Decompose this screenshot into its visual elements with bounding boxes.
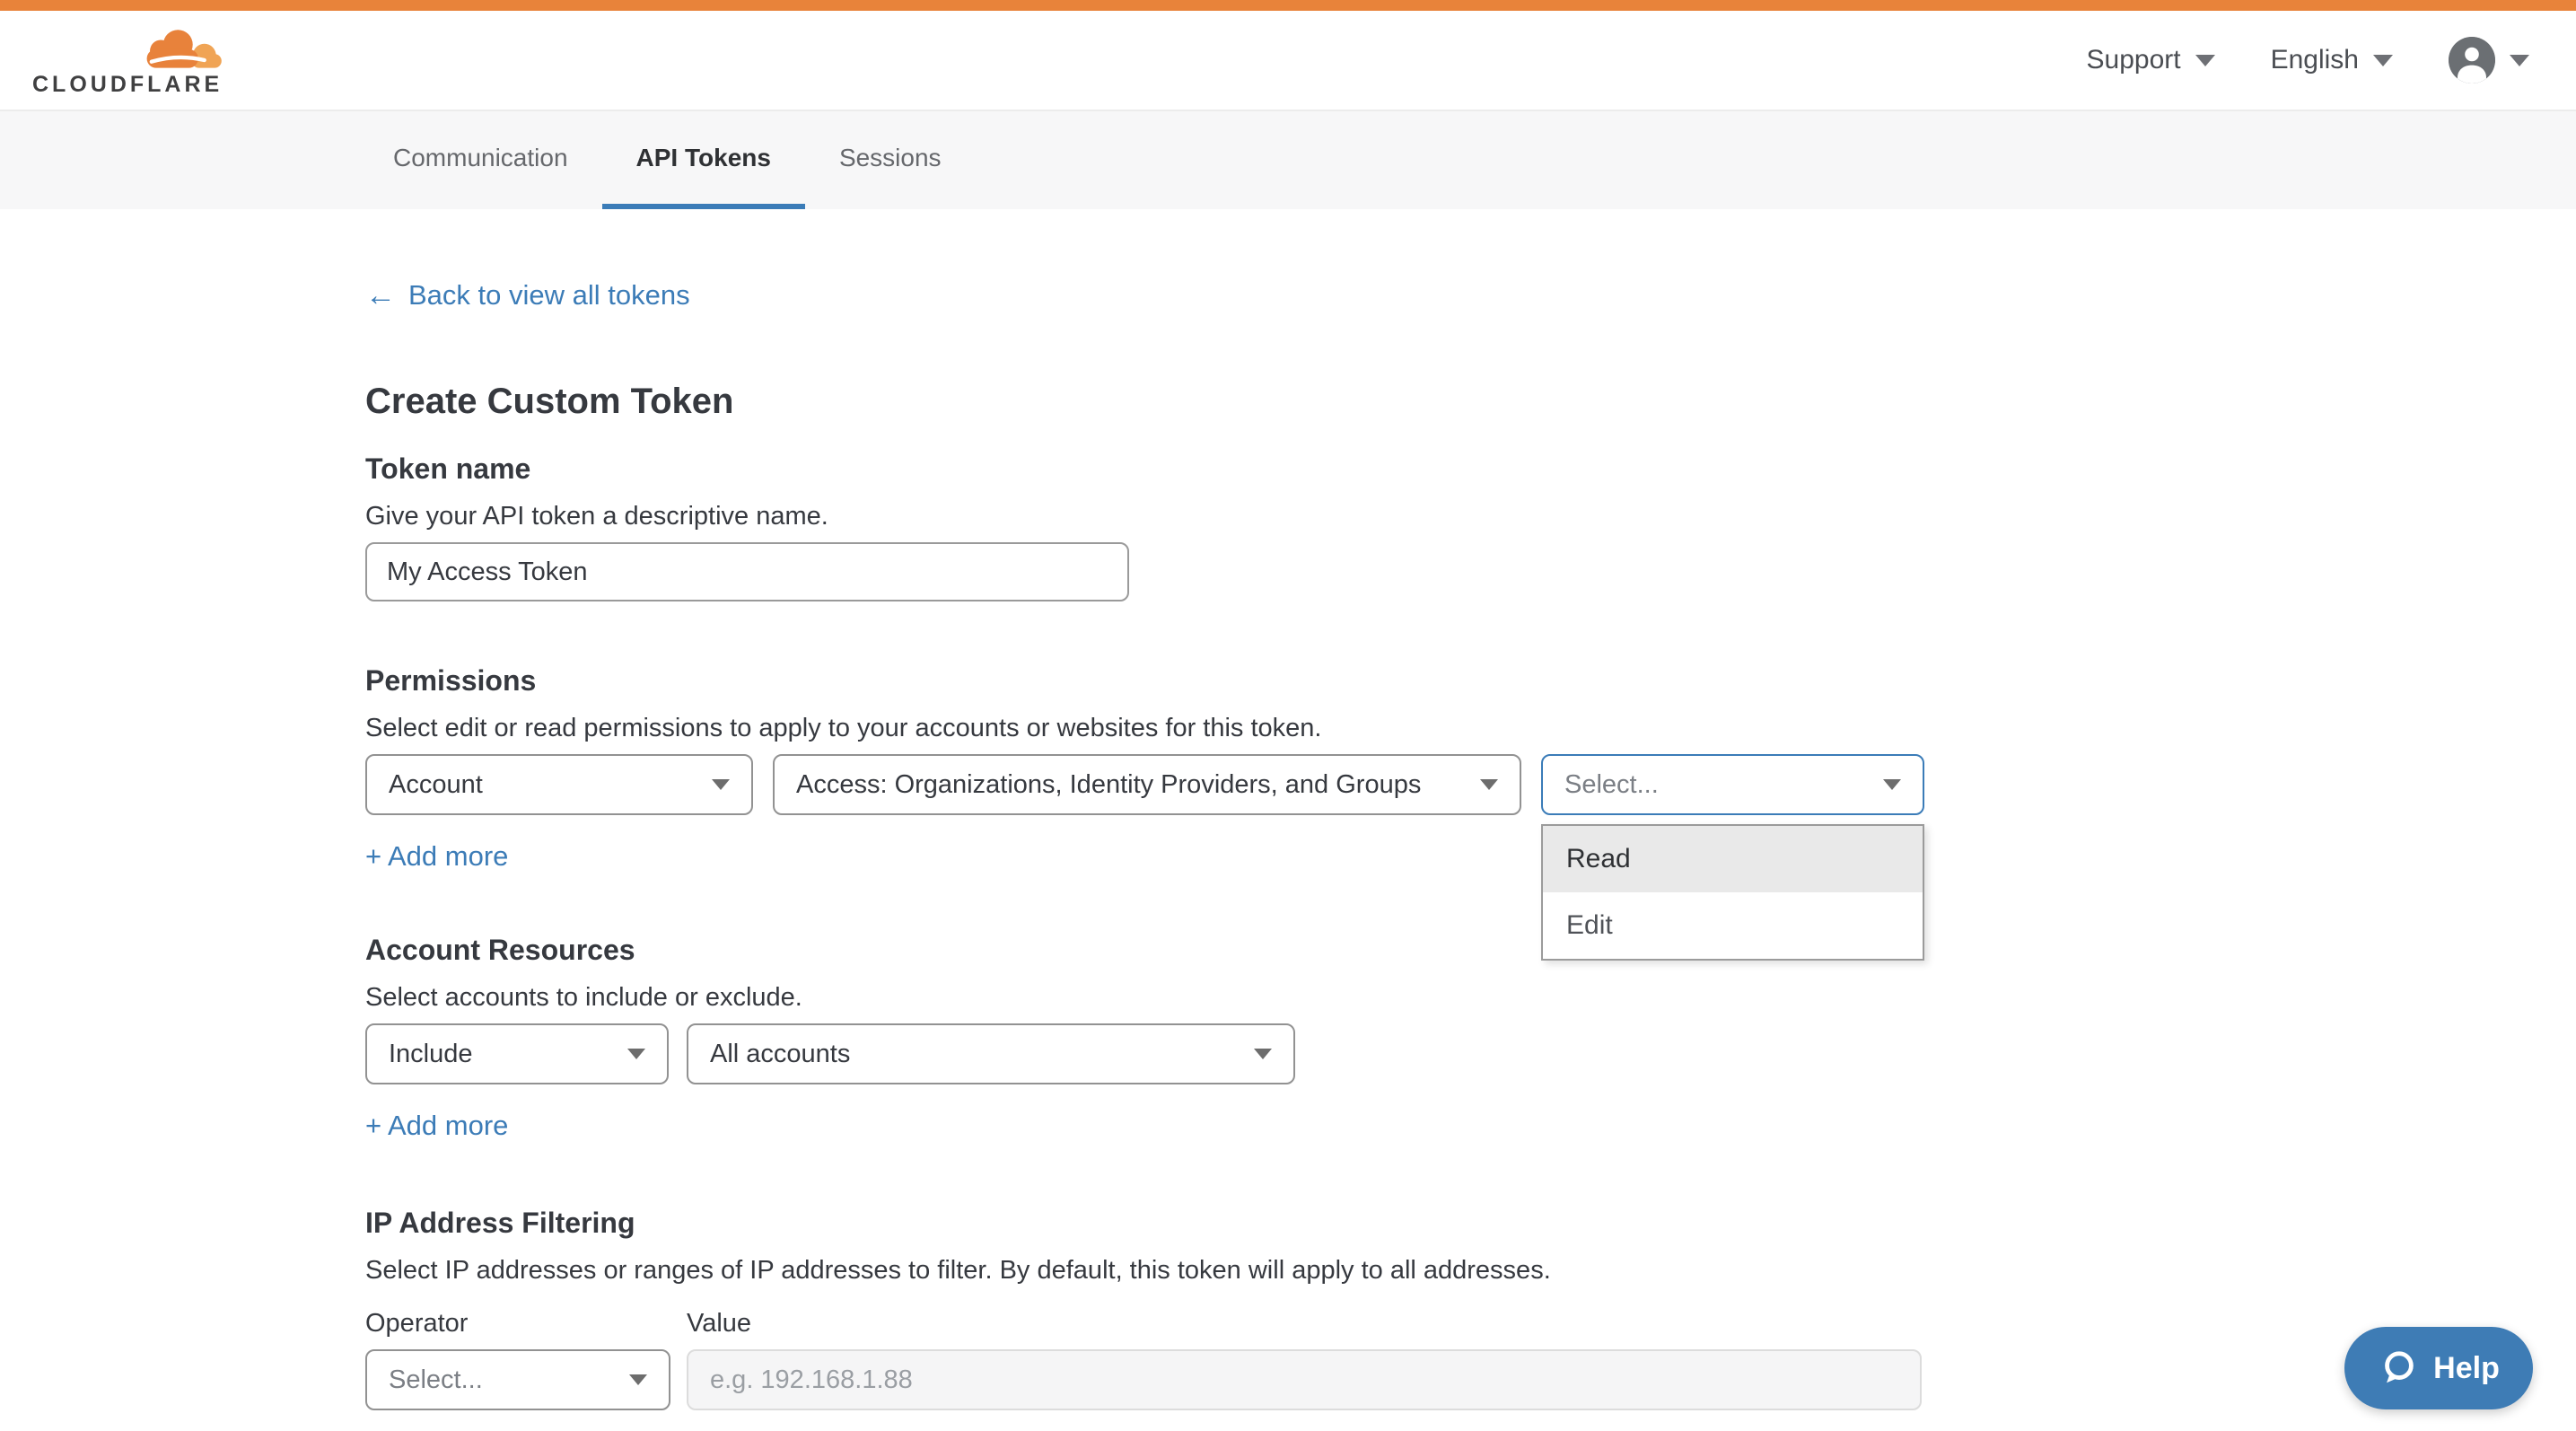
back-to-tokens-link[interactable]: ← Back to view all tokens [365, 279, 690, 312]
value-label: Value [687, 1309, 751, 1339]
token-name-heading: Token name [365, 452, 2576, 486]
chevron-down-icon [1480, 779, 1498, 790]
permission-resource-select[interactable]: Access: Organizations, Identity Provider… [773, 754, 1521, 815]
ip-operator-select[interactable]: Select... [365, 1349, 670, 1410]
help-button[interactable]: Help [2344, 1327, 2533, 1409]
permissions-heading: Permissions [365, 664, 2576, 698]
chevron-down-icon [1254, 1049, 1272, 1059]
app-header: CLOUDFLARE Support English [0, 11, 2576, 110]
menu-option-read[interactable]: Read [1543, 826, 1923, 892]
top-accent-bar [0, 0, 2576, 11]
permission-scope-value: Account [389, 770, 483, 800]
chevron-down-icon [627, 1049, 645, 1059]
ip-field-labels: Operator Value [365, 1309, 2576, 1339]
chevron-down-icon [2195, 55, 2215, 66]
permission-level-placeholder: Select... [1564, 770, 1659, 800]
permissions-description: Select edit or read permissions to apply… [365, 714, 2576, 743]
user-avatar-icon [2449, 37, 2495, 83]
token-name-section: Token name Give your API token a descrip… [365, 452, 2576, 601]
support-menu[interactable]: Support [2087, 45, 2215, 75]
profile-tabbar: Communication API Tokens Sessions [0, 110, 2576, 209]
cloudflare-cloud-icon [133, 24, 226, 73]
permission-level-select[interactable]: Select... Read Edit [1541, 754, 1924, 815]
account-resources-description: Select accounts to include or exclude. [365, 983, 2576, 1013]
operator-label: Operator [365, 1309, 687, 1339]
tab-sessions[interactable]: Sessions [805, 111, 976, 209]
token-name-description: Give your API token a descriptive name. [365, 502, 2576, 531]
ip-filtering-row: Select... [365, 1349, 2576, 1410]
page-title: Create Custom Token [365, 382, 2576, 422]
resource-mode-value: Include [389, 1040, 473, 1069]
chevron-down-icon [712, 779, 730, 790]
account-resources-heading: Account Resources [365, 934, 2576, 967]
chevron-down-icon [1883, 779, 1901, 790]
back-link-label: Back to view all tokens [408, 279, 690, 312]
chevron-down-icon [629, 1374, 647, 1385]
account-menu[interactable] [2449, 37, 2529, 83]
permissions-add-more-link[interactable]: + Add more [365, 840, 508, 873]
account-resources-add-more-link[interactable]: + Add more [365, 1110, 508, 1142]
language-menu-label: English [2271, 45, 2359, 75]
tab-api-tokens[interactable]: API Tokens [602, 111, 805, 209]
header-nav: Support English [2087, 37, 2529, 83]
resource-scope-value: All accounts [710, 1040, 850, 1069]
language-menu[interactable]: English [2271, 45, 2393, 75]
permissions-row: Account Access: Organizations, Identity … [365, 754, 2576, 815]
chat-bubble-icon [2378, 1348, 2419, 1389]
main-content: ← Back to view all tokens Create Custom … [0, 209, 2576, 1410]
ip-filtering-section: IP Address Filtering Select IP addresses… [365, 1207, 2576, 1410]
ip-value-input[interactable] [687, 1349, 1922, 1410]
back-arrow-icon: ← [365, 280, 396, 311]
resource-mode-select[interactable]: Include [365, 1023, 669, 1084]
permissions-section: Permissions Select edit or read permissi… [365, 664, 2576, 873]
permission-level-menu: Read Edit [1541, 824, 1924, 961]
account-resources-row: Include All accounts [365, 1023, 2576, 1084]
chevron-down-icon [2373, 55, 2393, 66]
ip-operator-placeholder: Select... [389, 1365, 483, 1395]
chevron-down-icon [2510, 55, 2529, 66]
account-resources-section: Account Resources Select accounts to inc… [365, 934, 2576, 1142]
menu-option-edit[interactable]: Edit [1543, 892, 1923, 959]
permission-resource-value: Access: Organizations, Identity Provider… [796, 770, 1421, 800]
permission-scope-select[interactable]: Account [365, 754, 753, 815]
tab-communication[interactable]: Communication [359, 111, 602, 209]
ip-filtering-heading: IP Address Filtering [365, 1207, 2576, 1240]
support-menu-label: Support [2087, 45, 2181, 75]
help-button-label: Help [2433, 1351, 2500, 1386]
resource-scope-select[interactable]: All accounts [687, 1023, 1295, 1084]
ip-filtering-description: Select IP addresses or ranges of IP addr… [365, 1256, 2576, 1286]
cloudflare-logo-text: CLOUDFLARE [32, 74, 223, 96]
token-name-input[interactable] [365, 542, 1129, 601]
cloudflare-logo[interactable]: CLOUDFLARE [32, 24, 226, 96]
